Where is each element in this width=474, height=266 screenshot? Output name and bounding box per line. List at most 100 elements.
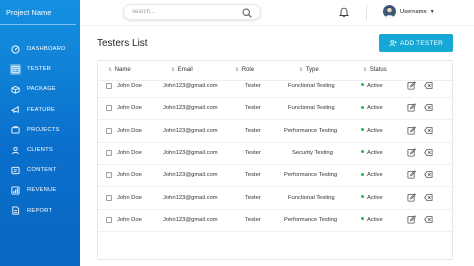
column-label: Status [369,67,387,73]
add-user-icon [389,39,397,47]
cell-email: John123@gmail.com [163,83,218,89]
sidebar-item-feature[interactable]: FEATURE [0,100,80,120]
edit-icon[interactable] [407,148,416,157]
sidebar-item-projects[interactable]: PROJECTS [0,120,80,140]
search-icon[interactable] [242,8,252,18]
search-box [123,4,261,20]
column-header-role[interactable]: ⇅ Role [235,67,254,73]
sidebar: Project Name DASHBOARD TESTER PACKAGE FE… [0,0,80,266]
sidebar-item-dashboard[interactable]: DASHBOARD [0,39,80,59]
edit-icon[interactable] [407,125,416,135]
cell-status: Active [361,105,383,111]
sidebar-item-content[interactable]: CONTENT [0,160,80,180]
cell-name: John Doe [117,83,142,89]
cell-type: Security Testing [292,149,333,156]
user-menu[interactable]: Username ▼ [383,5,435,18]
row-checkbox[interactable] [106,105,112,112]
cell-email: John123@gmail.com [163,105,218,112]
cell-name: John Doe [117,127,142,134]
row-checkbox[interactable] [106,127,112,134]
status-badge: Active [367,127,383,134]
bell-icon[interactable] [338,6,350,18]
edit-icon[interactable] [407,192,416,202]
cell-role: Tester [245,172,261,179]
column-header-status[interactable]: ⇅ Status [363,67,387,73]
sidebar-item-tester[interactable]: TESTER [0,59,80,79]
delete-icon[interactable] [424,193,433,202]
sidebar-item-label: PROJECTS [27,126,60,133]
cell-name: John Doe [117,172,142,179]
status-badge: Active [367,172,383,179]
avatar [383,5,396,18]
table-row: John Doe John123@gmail.com Tester Security … [98,143,454,165]
sidebar-item-clients[interactable]: CLIENTS [0,140,80,160]
delete-icon[interactable] [424,215,433,224]
status-badge: Active [367,216,383,223]
delete-icon[interactable] [424,170,433,179]
row-checkbox[interactable] [106,216,112,223]
projects-icon [10,124,21,135]
column-header-type[interactable]: ⇅ Type [299,67,319,73]
status-dot [361,194,364,198]
edit-icon[interactable] [407,215,416,224]
status-dot [361,150,364,154]
content-icon [10,165,21,176]
sort-icon: ⇅ [235,67,239,73]
table-row: John Doe John123@gmail.com Tester Performan… [98,165,454,188]
dashboard-icon [10,44,21,55]
edit-icon[interactable] [407,103,416,112]
table-row: John Doe John123@gmail.com Tester Performan… [98,121,454,143]
delete-icon[interactable] [424,103,433,112]
status-dot [361,172,364,176]
cell-type: Functional Testing [288,105,335,112]
sort-icon: ⇅ [171,67,175,73]
cell-type: Performance Testing [284,216,338,223]
sidebar-item-report[interactable]: REPORT [0,201,80,221]
row-checkbox[interactable] [106,194,112,201]
status-badge: Active [367,194,383,201]
status-badge: Active [367,105,383,112]
delete-icon[interactable] [424,126,433,135]
column-header-email[interactable]: ⇅ Email [171,67,193,73]
cell-email: John123@gmail.com [163,216,218,223]
delete-icon[interactable] [424,81,433,90]
add-tester-button[interactable]: ADD TESTER [379,34,453,52]
sidebar-item-package[interactable]: PACKAGE [0,79,80,99]
column-header-name[interactable]: ⇅ Name [108,67,131,73]
table-row: John Doe John123@gmail.com Tester Performan… [98,210,454,232]
top-bar: Username ▼ [80,0,474,26]
sidebar-item-revenue[interactable]: REVENUE [0,180,80,200]
search-input[interactable] [132,9,232,15]
row-checkbox[interactable] [106,172,112,179]
cell-name: John Doe [117,105,142,112]
cell-email: John123@gmail.com [163,149,218,156]
cell-type: Functional Testing [288,83,335,89]
sidebar-item-label: DASHBOARD [27,46,66,53]
row-checkbox[interactable] [106,149,112,156]
revenue-icon [10,185,21,196]
cell-role: Tester [245,127,261,134]
username-label: Username [400,8,427,15]
status-dot [361,83,364,87]
delete-icon[interactable] [424,148,433,157]
cell-role: Tester [245,216,261,223]
sidebar-item-label: REPORT [27,207,53,214]
cell-email: John123@gmail.com [163,172,218,179]
row-checkbox[interactable] [106,83,112,89]
table-row: John Doe John123@gmail.com Tester Functiona… [98,188,454,210]
cell-role: Tester [245,149,261,156]
edit-icon[interactable] [407,170,416,179]
status-badge: Active [367,83,383,89]
cell-status: Active [361,172,383,178]
sidebar-item-label: TESTER [27,66,52,73]
sidebar-item-label: CONTENT [27,167,57,174]
edit-icon[interactable] [407,81,416,90]
cell-name: John Doe [117,194,142,201]
sidebar-item-label: REVENUE [27,187,57,194]
column-label: Name [114,67,131,73]
cell-status: Active [361,150,383,156]
add-tester-label: ADD TESTER [399,39,444,47]
page-title: Testers List [97,38,148,49]
package-icon [10,84,21,95]
topbar-divider [366,5,367,20]
